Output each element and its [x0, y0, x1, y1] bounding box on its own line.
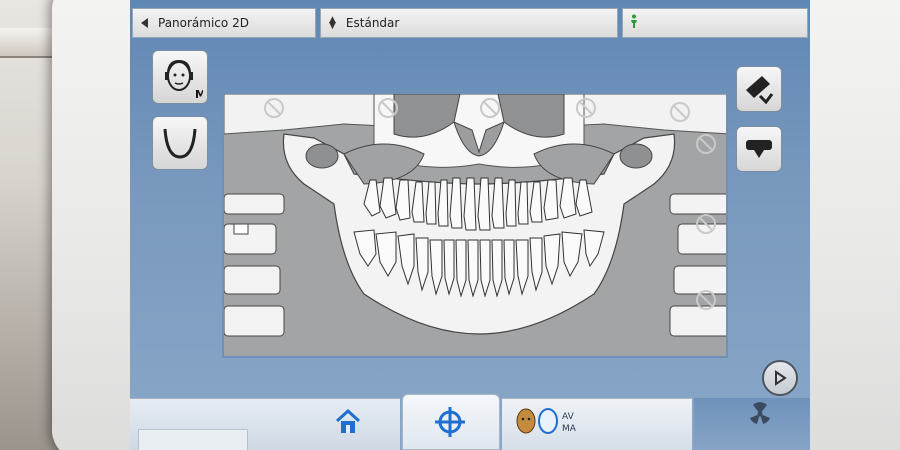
- bite-block-icon: [746, 76, 774, 105]
- tab-home[interactable]: [130, 398, 400, 450]
- tab-patient[interactable]: AV MA: [502, 398, 692, 450]
- jaw-illustration: [224, 94, 726, 356]
- face-size-label: M: [195, 88, 203, 100]
- crosshair-icon: [435, 407, 465, 437]
- program-profile-selector[interactable]: ▲ ▼ Estándar: [320, 8, 618, 38]
- exam-mode-label: Panorámico 2D: [158, 16, 249, 30]
- thumbnail-strip: [138, 429, 248, 450]
- exam-mode-selector[interactable]: Panorámico 2D: [132, 8, 316, 38]
- bottom-bar: AV MA: [130, 390, 810, 450]
- tab-exposure[interactable]: [694, 398, 810, 450]
- radiation-icon: [750, 402, 770, 424]
- panoramic-preview: [222, 92, 728, 358]
- home-icon: [335, 409, 361, 433]
- arch-shape-button[interactable]: [152, 116, 208, 170]
- touch-screen: Panorámico 2D ▲ ▼ Estándar M AV MA: [130, 0, 810, 450]
- face-icon: M: [165, 59, 203, 100]
- patient-head-size-button[interactable]: M: [152, 50, 208, 104]
- patient-badge-bottom: MA: [562, 424, 577, 434]
- background-shelf: [0, 28, 60, 58]
- chin-rest-button[interactable]: [736, 126, 782, 172]
- top-bar: Panorámico 2D ▲ ▼ Estándar: [130, 8, 810, 42]
- dental-arch-icon: [163, 128, 197, 159]
- patient-faces-icon: AV MA: [516, 408, 577, 434]
- back-arrow-icon[interactable]: [141, 18, 148, 28]
- patient-status-field[interactable]: [622, 8, 808, 38]
- chin-rest-icon: [746, 140, 772, 158]
- program-profile-label: Estándar: [345, 16, 400, 30]
- patient-badge-top: AV: [562, 412, 575, 422]
- play-triangle-icon: [775, 370, 787, 386]
- tab-positioning[interactable]: [402, 394, 500, 450]
- standing-person-icon: [629, 14, 639, 32]
- up-down-arrows-icon: ▲ ▼: [329, 15, 336, 31]
- bite-block-button[interactable]: [736, 66, 782, 112]
